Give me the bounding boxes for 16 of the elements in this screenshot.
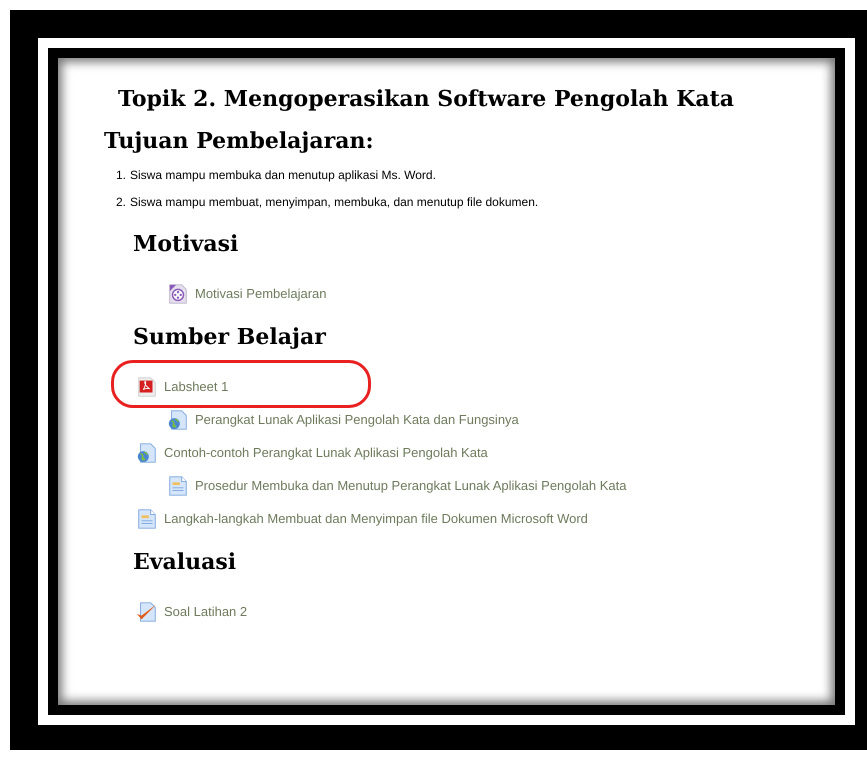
section-heading: Sumber Belajar [133,324,327,350]
activity-link[interactable]: Soal Latihan 2 [164,604,248,619]
page-title: Topik 2. Mengoperasikan Software Pengolah Kata [118,86,735,112]
objective-text: Siswa mampu membuka dan menutup aplikasi Ms. Word. [130,168,436,182]
activity-link[interactable]: Labsheet 1 [164,379,228,394]
activity-link[interactable]: Motivasi Pembelajaran [195,286,327,301]
objective-text: Siswa mampu membuat, menyimpan, membuka, dan menutup file dokumen. [130,195,538,209]
activity-link[interactable]: Perangkat Lunak Aplikasi Pengolah Kata dan Fungsinya [195,412,519,427]
activity-link[interactable]: Contoh-contoh Perangkat Lunak Aplikasi Pengolah Kata [164,445,488,460]
section-heading: Evaluasi [133,549,238,575]
list-number: 1. [116,168,126,182]
activity-link[interactable]: Prosedur Membuka dan Menutup Perangkat Lunak Aplikasi Pengolah Kata [195,478,626,493]
section-heading: Tujuan Pembelajaran: [104,128,375,154]
section-heading: Motivasi [133,231,240,257]
list-number: 2. [116,195,126,209]
activity-link[interactable]: Langkah-langkah Membuat dan Menyimpan file Dokumen Microsoft Word [164,511,588,526]
